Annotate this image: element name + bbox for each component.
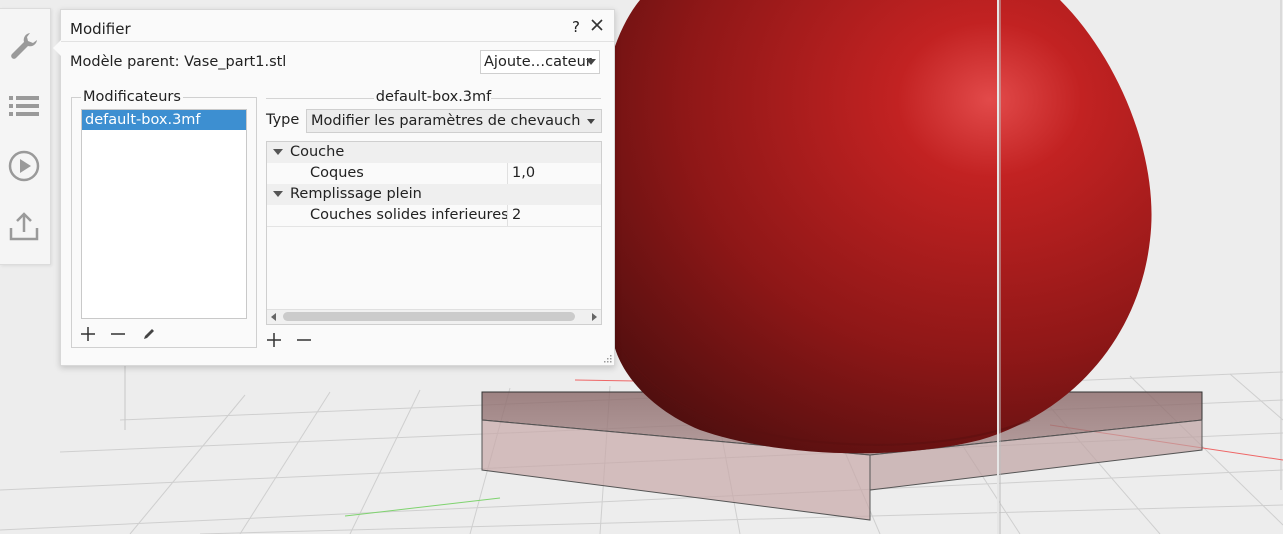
setting-name: Coques <box>310 165 364 181</box>
type-label: Type <box>266 112 300 128</box>
tree-category-remplissage[interactable]: Remplissage plein <box>267 184 601 206</box>
tree-row: Coques 1,0 <box>267 163 601 185</box>
horizontal-scrollbar[interactable] <box>267 309 601 324</box>
resize-grip-icon[interactable] <box>602 353 612 363</box>
close-icon[interactable] <box>588 16 606 34</box>
list-item[interactable]: default-box.3mf <box>82 110 246 130</box>
expand-triangle-icon[interactable] <box>273 149 283 155</box>
scroll-left-icon[interactable] <box>271 313 276 321</box>
add-modifier-dropdown[interactable]: Ajoute…cateur <box>480 50 600 74</box>
type-dropdown[interactable]: Modifier les paramètres de chevauchement <box>306 109 602 133</box>
setting-name: Couches solides inferieures <box>310 207 509 223</box>
remove-icon[interactable] <box>109 325 127 343</box>
setting-value-field[interactable]: 1,0 <box>512 163 535 184</box>
selected-modifier-name: default-box.3mf <box>375 89 492 105</box>
add-icon[interactable] <box>79 325 97 343</box>
modifiers-group-title: Modificateurs <box>81 89 183 105</box>
scroll-right-icon[interactable] <box>592 313 597 321</box>
settings-tree[interactable]: Couche Coques 1,0 Remplissage plein Couc… <box>266 141 602 325</box>
list-icon[interactable] <box>5 87 43 125</box>
dialog-pointer <box>53 40 61 56</box>
pencil-icon[interactable] <box>140 325 158 343</box>
vase-model[interactable] <box>611 0 1152 454</box>
tree-category-couche[interactable]: Couche <box>267 142 601 164</box>
wrench-icon[interactable] <box>5 27 43 65</box>
left-toolbar <box>0 8 51 265</box>
dialog-title: Modifier <box>70 20 131 38</box>
type-value: Modifier les paramètres de chevauchement <box>311 113 602 129</box>
tree-category-label: Couche <box>290 144 345 160</box>
play-icon[interactable] <box>5 147 43 185</box>
parent-model-label: Modèle parent: Vase_part1.stl <box>70 54 287 70</box>
remove-setting-icon[interactable] <box>295 331 313 349</box>
modifier-dialog: Modifier ? Modèle parent: Vase_part1.stl… <box>53 9 615 366</box>
add-modifier-value: Ajoute…cateur <box>484 54 592 70</box>
setting-value-field[interactable]: 2 <box>512 205 521 226</box>
upload-icon[interactable] <box>5 207 43 245</box>
title-divider <box>61 41 614 42</box>
modifiers-list[interactable]: default-box.3mf <box>81 109 247 319</box>
add-setting-icon[interactable] <box>265 331 283 349</box>
expand-triangle-icon[interactable] <box>273 191 283 197</box>
tree-category-label: Remplissage plein <box>290 186 422 202</box>
chevron-down-icon <box>586 59 596 65</box>
chevron-down-icon <box>587 119 595 124</box>
scrollbar-thumb[interactable] <box>283 312 575 321</box>
tree-row: Couches solides inferieures 2 <box>267 205 601 227</box>
help-button[interactable]: ? <box>572 18 580 36</box>
